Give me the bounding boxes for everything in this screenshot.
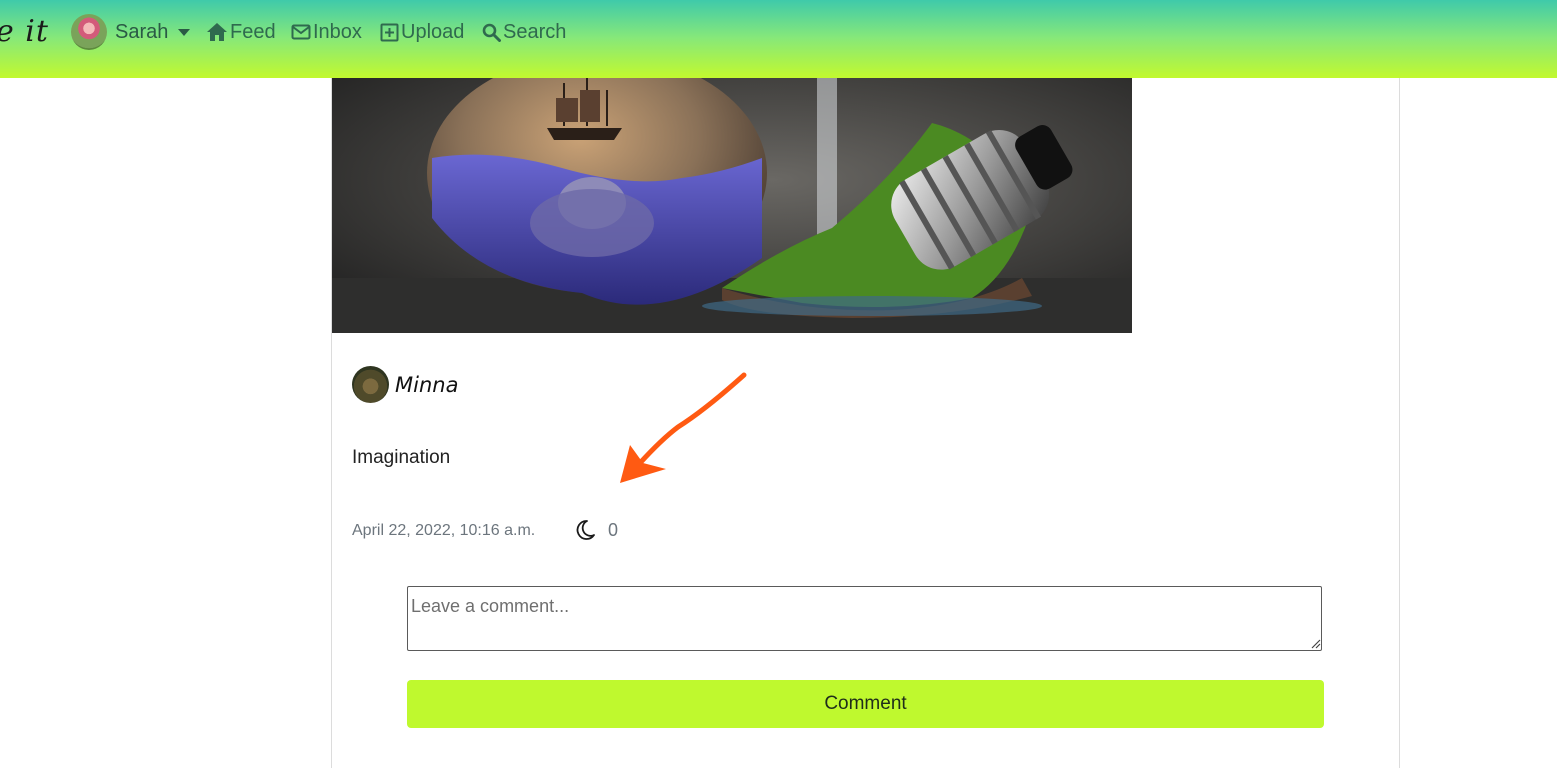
nav-link-label: Feed (230, 20, 276, 43)
nav-link-label: Search (503, 20, 567, 43)
author-name: Minna (395, 372, 459, 397)
comment-submit-button[interactable]: Comment (407, 680, 1324, 728)
like-button[interactable]: 0 (576, 518, 618, 542)
post-caption: Imagination (352, 447, 451, 468)
user-avatar (71, 14, 107, 50)
nav-link-label: Upload (401, 20, 465, 43)
comment-input[interactable] (407, 586, 1322, 651)
lightbulb-landscape-image (332, 78, 1132, 333)
post-image[interactable] (332, 78, 1132, 333)
search-icon (482, 23, 501, 42)
author-avatar (352, 366, 389, 403)
top-navbar: e it Sarah Feed Inbox Upload Search (0, 0, 1557, 78)
envelope-icon (291, 24, 311, 40)
brand-logo-text[interactable]: e it (0, 14, 49, 49)
user-name: Sarah (115, 20, 169, 43)
nav-link-upload[interactable]: Upload (380, 18, 464, 46)
post-timestamp: April 22, 2022, 10:16 a.m. (352, 522, 536, 539)
moon-icon (576, 520, 595, 540)
nav-link-inbox[interactable]: Inbox (291, 18, 362, 46)
post-author[interactable]: Minna (352, 366, 458, 403)
nav-link-search[interactable]: Search (482, 18, 566, 46)
home-icon (207, 23, 227, 41)
plus-square-icon (380, 23, 399, 41)
user-dropdown[interactable]: Sarah (71, 14, 191, 50)
chevron-down-icon (178, 28, 191, 36)
like-count: 0 (608, 519, 619, 540)
nav-link-feed[interactable]: Feed (206, 18, 276, 46)
nav-link-label: Inbox (313, 20, 362, 43)
